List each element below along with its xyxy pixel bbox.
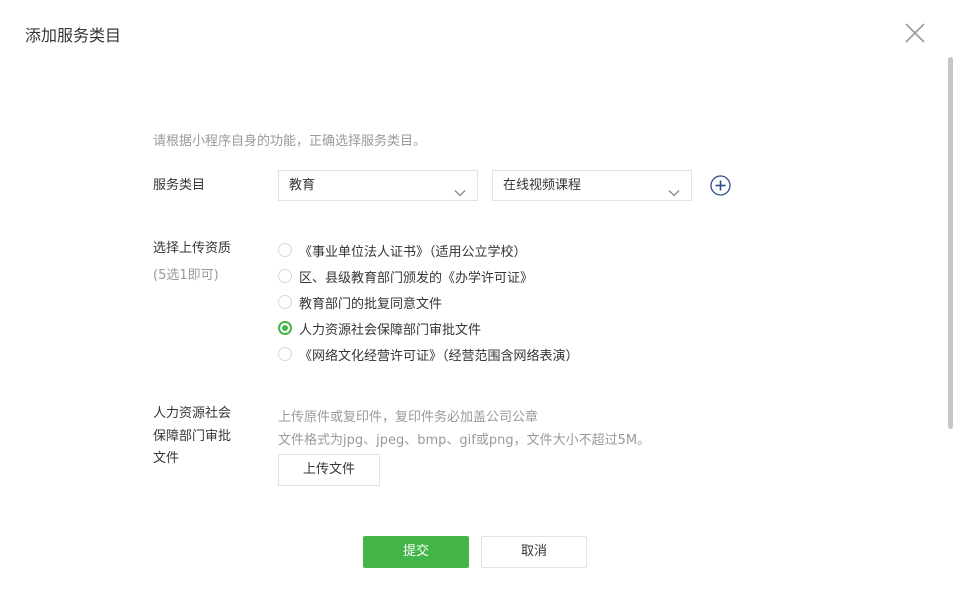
- qualification-option-3[interactable]: 教育部门的批复同意文件: [278, 289, 579, 315]
- qualification-radio-group: 《事业单位法人证书》（适用公立学校） 区、县级教育部门颁发的《办学许可证》 教育…: [278, 237, 579, 367]
- upload-label-line1: 人力资源社会: [153, 406, 232, 421]
- qualification-option-5[interactable]: 《网络文化经营许可证》（经营范围含网络表演）: [278, 341, 579, 367]
- radio-unchecked-icon: [278, 347, 292, 361]
- radio-unchecked-icon: [278, 269, 292, 283]
- upload-label-line2: 保障部门审批: [153, 429, 232, 444]
- category-primary-select[interactable]: 教育: [278, 170, 478, 201]
- chevron-down-icon: [454, 180, 466, 197]
- scrollbar[interactable]: [948, 57, 953, 429]
- category-secondary-select[interactable]: 在线视频课程: [492, 170, 692, 201]
- category-primary-value: 教育: [289, 178, 316, 193]
- qualification-sublabel: (5选1即可): [153, 268, 219, 283]
- form-hint: 请根据小程序自身的功能，正确选择服务类目。: [153, 134, 427, 149]
- qualification-option-2[interactable]: 区、县级教育部门颁发的《办学许可证》: [278, 263, 579, 289]
- close-icon[interactable]: [904, 22, 926, 44]
- upload-tip-primary: 上传原件或复印件，复印件务必加盖公司公章: [278, 410, 539, 425]
- upload-tip-format: 文件格式为jpg、jpeg、bmp、gif或png，文件大小不超过5M。: [278, 433, 651, 448]
- radio-unchecked-icon: [278, 295, 292, 309]
- radio-checked-icon: [278, 321, 292, 335]
- submit-button[interactable]: 提交: [363, 536, 469, 568]
- qualification-option-label: 人力资源社会保障部门审批文件: [299, 322, 482, 338]
- plus-circle-icon: [710, 175, 731, 200]
- qualification-option-4[interactable]: 人力资源社会保障部门审批文件: [278, 315, 579, 341]
- category-secondary-value: 在线视频课程: [503, 178, 582, 193]
- upload-file-button[interactable]: 上传文件: [278, 454, 380, 486]
- qualification-option-label: 《事业单位法人证书》（适用公立学校）: [299, 244, 527, 260]
- qualification-option-label: 教育部门的批复同意文件: [299, 296, 443, 312]
- qualification-option-1[interactable]: 《事业单位法人证书》（适用公立学校）: [278, 237, 579, 263]
- dialog-title: 添加服务类目: [25, 26, 122, 45]
- upload-label-line3: 文件: [153, 451, 180, 466]
- qualification-option-label: 《网络文化经营许可证》（经营范围含网络表演）: [299, 348, 579, 364]
- qualification-option-label: 区、县级教育部门颁发的《办学许可证》: [299, 270, 534, 286]
- chevron-down-icon: [668, 180, 680, 197]
- qualification-label: 选择上传资质: [153, 241, 232, 256]
- cancel-button[interactable]: 取消: [481, 536, 587, 568]
- add-category-button[interactable]: [710, 175, 731, 196]
- radio-unchecked-icon: [278, 243, 292, 257]
- category-label: 服务类目: [153, 178, 206, 193]
